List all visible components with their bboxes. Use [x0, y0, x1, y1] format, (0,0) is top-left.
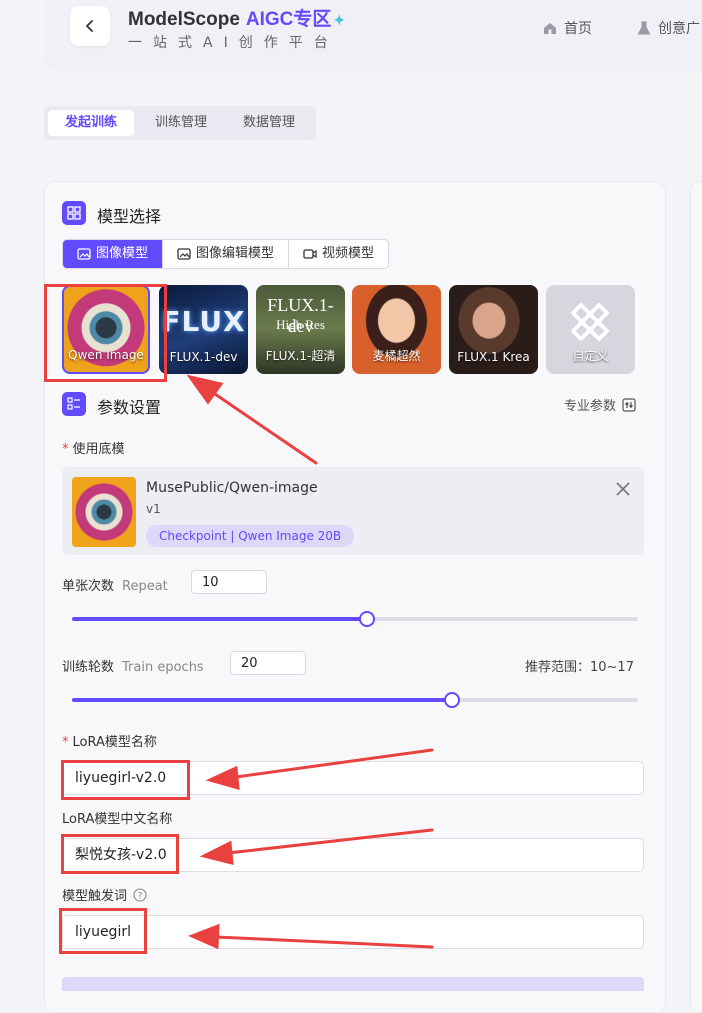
- arrow-head: [199, 840, 234, 865]
- arrow-to-lora-name: [234, 748, 434, 779]
- arrow-to-model: [210, 390, 318, 465]
- arrow-to-trigger: [214, 935, 434, 949]
- arrow-head: [188, 923, 220, 950]
- arrow-head: [186, 374, 224, 405]
- arrow-head: [205, 765, 240, 791]
- annotation-arrows: [186, 374, 434, 950]
- arrow-to-lora-cn-name: [226, 828, 434, 855]
